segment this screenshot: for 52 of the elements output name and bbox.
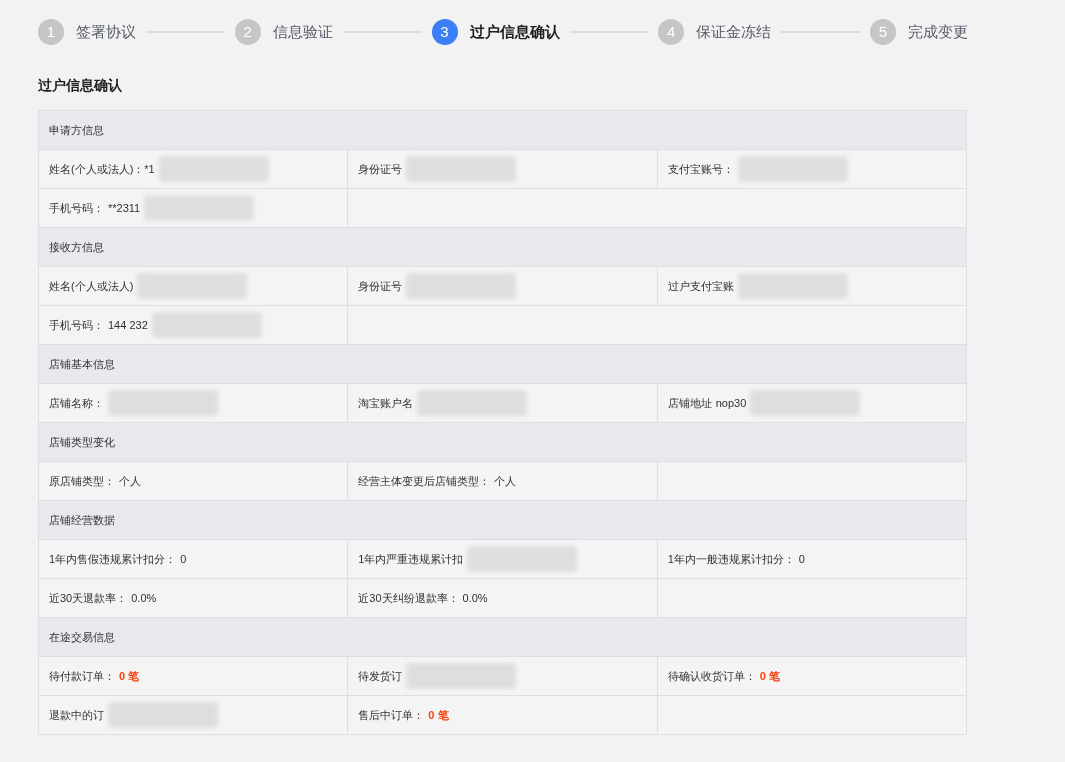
field-value: 0.0% <box>462 590 488 606</box>
field-label: 身份证号 <box>358 278 403 294</box>
step-number: 3 <box>431 19 458 45</box>
step-label: 完成变更 <box>908 21 968 42</box>
field-value: 0 笔 <box>428 707 449 723</box>
field-label: 姓名(个人或法人) <box>49 278 134 294</box>
field-label: 店铺名称： <box>49 395 104 411</box>
group-heading: 店铺经营数据 <box>49 512 115 528</box>
field-label: 手机号码： <box>49 200 104 216</box>
step-number: 5 <box>870 19 896 45</box>
step-label: 保证金冻结 <box>696 21 772 42</box>
step-number: 1 <box>38 19 64 45</box>
field-label: 近30天退款率： <box>49 590 128 606</box>
field-label: 待付款订单： <box>49 668 115 684</box>
field-value: 0 <box>180 551 187 567</box>
field-label: 退款中的订 <box>49 707 104 723</box>
field-label: 经营主体变更后店铺类型： <box>358 473 491 489</box>
group-heading: 店铺类型变化 <box>49 434 115 450</box>
field-label: 淘宝账户名 <box>358 395 414 411</box>
field-label: 1年内售假违规累计扣分： <box>49 551 177 567</box>
group-heading: 申请方信息 <box>49 122 104 138</box>
field-value: 0 笔 <box>759 668 780 684</box>
step-number: 4 <box>658 19 685 45</box>
step-label: 信息验证 <box>272 21 333 42</box>
field-label: 1年内严重违规累计扣 <box>358 551 464 567</box>
field-label: 原店铺类型： <box>49 473 115 489</box>
field-label: 过户支付宝账 <box>667 278 734 294</box>
field-label: 店铺地址 <box>667 395 712 411</box>
group-heading: 在途交易信息 <box>49 629 115 645</box>
field-label: 近30天纠纷退款率： <box>358 590 459 606</box>
field-label: 售后中订单： <box>358 707 425 723</box>
section-title: 过户信息确认 <box>38 76 123 95</box>
field-value: 个人 <box>494 473 517 489</box>
field-value: 0 笔 <box>119 668 140 684</box>
field-label: 姓名(个人或法人)：*1 <box>49 161 155 177</box>
step-number: 2 <box>234 19 261 45</box>
field-label: 手机号码： <box>49 317 104 333</box>
field-value: 0 <box>798 551 805 567</box>
group-heading: 接收方信息 <box>49 239 104 255</box>
field-value: 144 232 <box>108 317 148 333</box>
step-label: 过户信息确认 <box>469 21 560 42</box>
field-label: 身份证号 <box>358 161 403 177</box>
field-label: 1年内一般违规累计扣分： <box>667 551 795 567</box>
step-label: 签署协议 <box>76 21 136 42</box>
group-heading: 店铺基本信息 <box>49 356 115 372</box>
field-label: 支付宝账号： <box>667 161 734 177</box>
field-label: 待发货订 <box>358 668 403 684</box>
field-value: nop30 <box>715 395 747 411</box>
field-value: 个人 <box>119 473 141 489</box>
field-value: 0.0% <box>131 590 157 606</box>
field-label: 待确认收货订单： <box>667 668 756 684</box>
field-value: **2311 <box>108 200 141 216</box>
